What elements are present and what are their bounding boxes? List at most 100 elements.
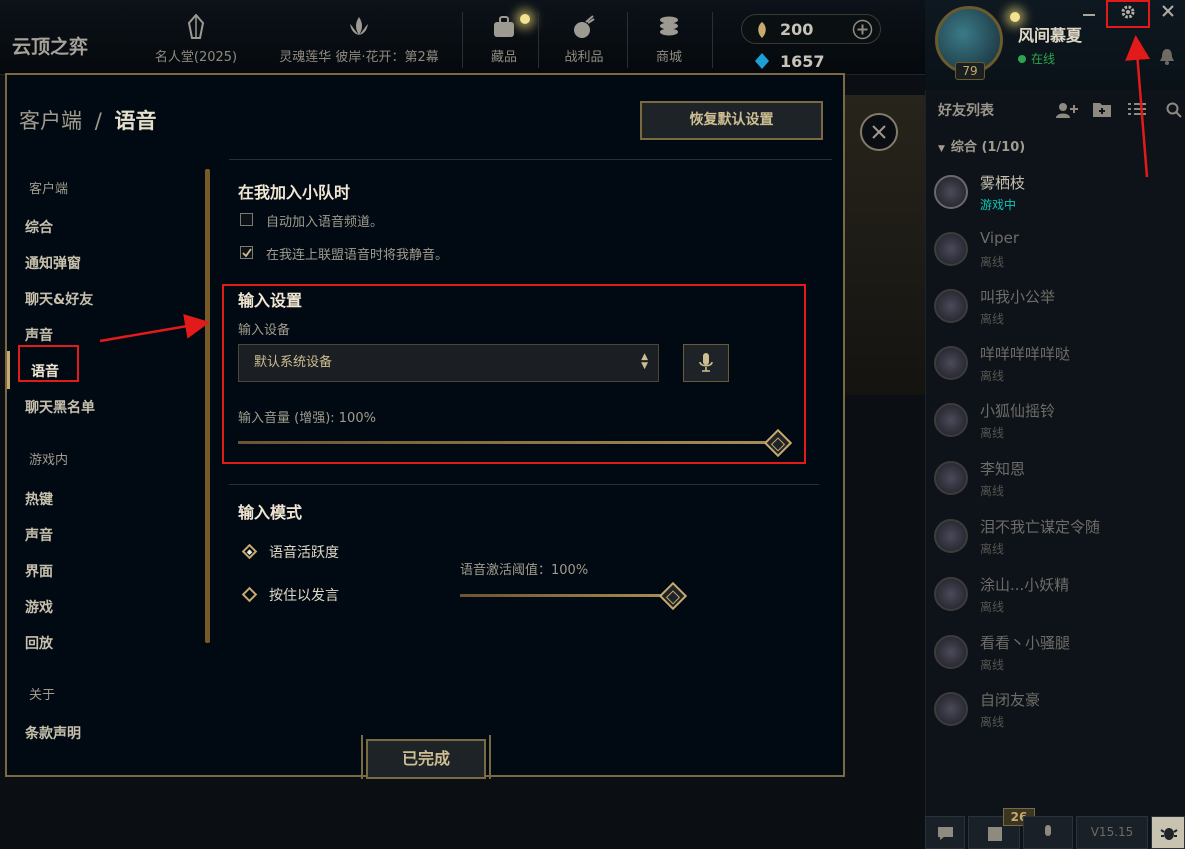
breadcrumb-parent: 客户端 [19, 109, 82, 133]
nav-category-ingame: 游戏内 [29, 453, 69, 468]
app-root: 云顶之弈 名人堂(2025) 灵魂莲华 彼岸·花开：第2幕 藏品 战利品 商城 [0, 0, 1185, 849]
chat-button[interactable] [925, 816, 965, 849]
nav-chat-blacklist[interactable]: 聊天黑名单 [25, 397, 95, 417]
bell-icon[interactable] [1159, 47, 1175, 65]
friend-item[interactable]: 小狐仙摇铃 离线 [934, 398, 1174, 448]
friend-avatar [934, 461, 968, 495]
player-status-label: 在线 [1031, 52, 1056, 66]
push-to-talk-label[interactable]: 按住以发言 [269, 585, 339, 605]
friend-status: 离线 [980, 255, 1005, 269]
nav-ingame-sound[interactable]: 声音 [25, 525, 53, 545]
friend-name: 涂山...小妖精 [980, 576, 1070, 594]
auto-join-checkbox[interactable] [240, 213, 253, 226]
threshold-handle[interactable] [658, 581, 688, 611]
annotation-box-input-settings [222, 284, 806, 464]
bug-report-button[interactable] [1151, 816, 1185, 849]
nav-hall-of-fame[interactable]: 名人堂(2025) [150, 14, 242, 65]
done-button[interactable]: 已完成 [366, 739, 486, 779]
gold-currency[interactable]: 200 [741, 14, 881, 44]
online-dot-icon [1018, 55, 1026, 63]
add-folder-icon[interactable] [1093, 101, 1111, 117]
checkmark-icon [242, 248, 252, 258]
bug-icon [1160, 828, 1178, 840]
friend-name: 李知恩 [980, 460, 1026, 478]
friend-item[interactable]: 自闭友豪 离线 [934, 687, 1174, 737]
chevron-down-icon: ▼ [938, 144, 945, 154]
nav-loot[interactable]: 战利品 [558, 14, 610, 65]
nav-hotkeys[interactable]: 热键 [25, 489, 53, 509]
close-overlay-button[interactable] [860, 113, 898, 151]
auto-join-label[interactable]: 自动加入语音频道。 [266, 211, 383, 230]
voice-button[interactable] [1023, 816, 1073, 849]
friend-item[interactable]: 雾栖枝 游戏中 [934, 170, 1174, 220]
annotation-box-gear [1106, 0, 1150, 28]
nav-scrollbar[interactable] [205, 169, 210, 643]
minimize-icon[interactable] [1083, 14, 1095, 16]
friend-name: 自闭友豪 [980, 691, 1041, 709]
friend-name: 咩咩咩咩咩哒 [980, 345, 1071, 363]
friend-item[interactable]: 叫我小公举 离线 [934, 284, 1174, 334]
friend-item[interactable]: 咩咩咩咩咩哒 离线 [934, 341, 1174, 391]
add-currency-icon[interactable] [852, 19, 873, 40]
breadcrumb-separator: / [94, 109, 102, 133]
friend-avatar [934, 692, 968, 726]
microphone-icon [1045, 825, 1051, 836]
friend-item[interactable]: Viper 离线 [934, 227, 1174, 277]
friend-item[interactable]: 看看丶小骚腿 离线 [934, 630, 1174, 680]
nav-client-sound[interactable]: 声音 [25, 325, 53, 345]
nav-divider [538, 12, 539, 68]
list-view-icon[interactable] [1128, 102, 1146, 116]
nav-notifications[interactable]: 通知弹窗 [25, 253, 81, 273]
push-to-talk-radio[interactable] [241, 586, 258, 603]
coins-icon [660, 16, 678, 36]
search-icon[interactable] [1166, 102, 1182, 118]
nav-event-pass[interactable]: 灵魂莲华 彼岸·花开：第2幕 [266, 14, 452, 65]
divider [229, 484, 819, 485]
friend-item[interactable]: 泪不我亡谋定令随 离线 [934, 514, 1174, 564]
friend-group-header[interactable]: ▼ 综合 (1/10) [938, 136, 1025, 155]
profile-glow [1010, 12, 1020, 22]
friend-name: 叫我小公举 [980, 288, 1056, 306]
friend-item[interactable]: 涂山...小妖精 离线 [934, 572, 1174, 622]
friend-status: 游戏中 [980, 198, 1017, 212]
missions-icon [988, 827, 1002, 841]
nav-game[interactable]: 游戏 [25, 597, 53, 617]
mute-self-label[interactable]: 在我连上联盟语音时将我静音。 [266, 244, 448, 263]
friend-name: Viper [980, 229, 1020, 247]
friend-avatar [934, 577, 968, 611]
nav-hall-of-fame-label: 名人堂(2025) [154, 50, 238, 65]
blue-essence-icon [755, 53, 769, 69]
nav-collection-label: 藏品 [490, 50, 517, 65]
friend-item[interactable]: 李知恩 离线 [934, 456, 1174, 506]
active-indicator [7, 351, 10, 389]
gold-coin-icon [758, 22, 766, 38]
nav-general[interactable]: 综合 [25, 217, 53, 237]
friend-status: 离线 [980, 542, 1005, 556]
nav-divider [462, 12, 463, 68]
friend-name: 看看丶小骚腿 [980, 634, 1071, 652]
nav-replays[interactable]: 回放 [25, 633, 53, 653]
player-status[interactable]: 在线 [1018, 50, 1055, 67]
restore-defaults-button[interactable]: 恢复默认设置 [640, 101, 823, 140]
crystal-icon [187, 14, 205, 39]
voice-activity-label[interactable]: 语音活跃度 [269, 542, 339, 562]
nav-interface[interactable]: 界面 [25, 561, 53, 581]
app-logo[interactable]: 云顶之弈 [12, 32, 88, 59]
friend-avatar [934, 175, 968, 209]
threshold-track[interactable] [460, 594, 665, 597]
close-icon[interactable] [1161, 4, 1175, 18]
friend-name: 小狐仙摇铃 [980, 402, 1056, 420]
friends-title: 好友列表 [938, 103, 994, 119]
friend-avatar [934, 346, 968, 380]
nav-collection[interactable]: 藏品 [478, 14, 530, 65]
breadcrumb-current: 语音 [114, 109, 157, 133]
player-name[interactable]: 风间慕夏 [1018, 22, 1082, 46]
nav-category-about: 关于 [29, 688, 56, 703]
voice-activity-radio[interactable] [241, 543, 258, 560]
add-friend-icon[interactable] [1056, 102, 1078, 118]
nav-terms[interactable]: 条款声明 [25, 723, 81, 743]
mute-self-checkbox[interactable] [240, 246, 253, 259]
version-label: V15.15 [1076, 816, 1148, 849]
nav-chat-friends[interactable]: 聊天&好友 [25, 289, 93, 309]
nav-store[interactable]: 商城 [643, 14, 695, 65]
